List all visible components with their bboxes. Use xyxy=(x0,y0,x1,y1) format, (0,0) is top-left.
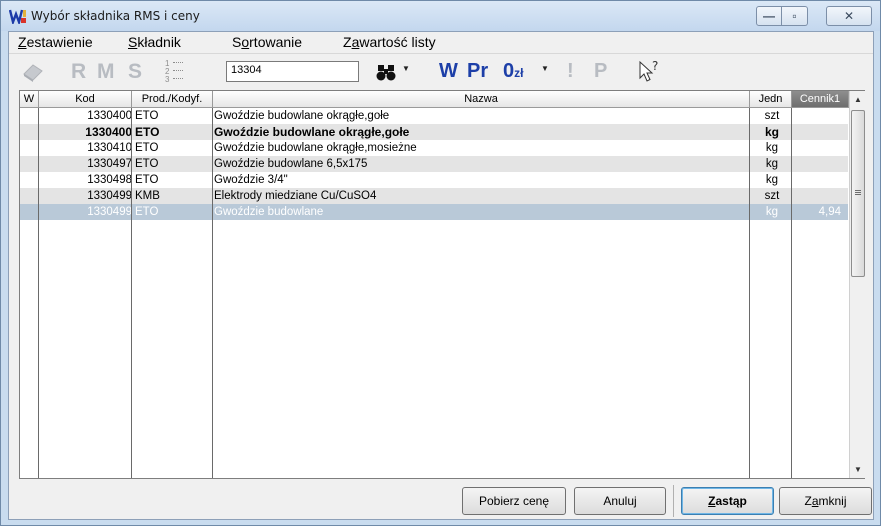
cancel-button[interactable]: Anuluj xyxy=(574,487,666,515)
exclamation-button[interactable]: ! xyxy=(567,60,574,83)
w-button[interactable]: W xyxy=(439,60,458,83)
price-dropdown-arrow-icon[interactable]: ▼ xyxy=(541,64,549,73)
table-row[interactable]: 1330499 KMB Elektrody miedziane Cu/CuSO4 sz… xyxy=(20,188,848,204)
pr-button[interactable]: Pr xyxy=(467,60,488,83)
column-divider xyxy=(212,108,213,478)
minimize-button[interactable]: — xyxy=(756,6,782,26)
cell-price xyxy=(793,188,845,204)
cell-code: 1330410 xyxy=(87,142,132,154)
scroll-up-icon[interactable]: ▲ xyxy=(850,91,866,108)
components-table[interactable]: W Kod Prod./Kodyf. Nazwa Jedn Cennik1 13… xyxy=(19,90,865,479)
cell-code: 1330400 xyxy=(87,110,132,122)
cell-unit: szt xyxy=(764,110,780,122)
column-divider xyxy=(131,108,132,478)
column-divider xyxy=(749,108,750,478)
cell-name: Gwoździe budowlane okrągłe,mosieżne xyxy=(214,142,417,154)
minimize-icon: — xyxy=(763,9,775,23)
search-input[interactable]: 13304 xyxy=(226,61,359,82)
cell-prod: KMB xyxy=(135,190,160,202)
cell-unit: kg xyxy=(765,142,779,154)
title-bar[interactable]: Wybór składnika RMS i ceny — ▫ ✕ xyxy=(1,1,880,31)
menu-bar: Zestawienie Składnik Sortowanie Zawartoś… xyxy=(9,32,873,54)
dropdown-arrow-icon[interactable]: ▼ xyxy=(402,64,410,73)
cell-code: 1330498 xyxy=(87,174,132,186)
numbered-list-icon[interactable]: 1 2 3 xyxy=(165,60,205,86)
table-row[interactable]: 1330400 ETO Gwoździe budowlane okrągłe,goł… xyxy=(20,124,848,140)
cell-prod: ETO xyxy=(135,142,159,154)
column-divider xyxy=(38,108,39,478)
s-button[interactable]: S xyxy=(128,60,142,84)
cell-price xyxy=(793,108,845,124)
menu-skladnik[interactable]: Składnik xyxy=(128,34,181,50)
table-row[interactable]: 1330498 ETO Gwoździe 3/4" kg xyxy=(20,172,848,188)
binoculars-icon[interactable] xyxy=(376,62,398,82)
table-row[interactable]: 1330410 ETO Gwoździe budowlane okrągłe,mos… xyxy=(20,140,848,156)
column-header-w[interactable]: W xyxy=(20,91,39,108)
column-header-nazwa[interactable]: Nazwa xyxy=(213,91,750,108)
column-header-prod[interactable]: Prod./Kodyf. xyxy=(132,91,213,108)
column-divider xyxy=(791,108,792,478)
cell-name: Elektrody miedziane Cu/CuSO4 xyxy=(214,190,377,202)
r-button[interactable]: R xyxy=(71,60,86,84)
cell-price xyxy=(793,172,845,188)
vertical-scrollbar[interactable]: ▲ ▼ xyxy=(849,91,865,478)
dialog-client-area: Zestawienie Składnik Sortowanie Zawartoś… xyxy=(8,31,874,520)
cell-price xyxy=(793,140,845,156)
column-header-jedn[interactable]: Jedn xyxy=(750,91,792,108)
cell-name: Gwoździe budowlane xyxy=(214,206,324,218)
cell-price xyxy=(793,156,845,172)
table-row[interactable]: 1330499 ETO Gwoździe budowlane kg 4,94 xyxy=(20,204,848,220)
cell-prod: ETO xyxy=(135,125,160,139)
column-header-cennik1[interactable]: Cennik1 xyxy=(792,91,849,108)
maximize-button[interactable]: ▫ xyxy=(782,6,808,26)
cell-prod: ETO xyxy=(135,174,159,186)
cell-name: Gwoździe budowlane okrągłe,gołe xyxy=(214,110,390,122)
help-cursor-icon[interactable]: ? xyxy=(637,57,663,83)
table-row[interactable]: 1330497 ETO Gwoździe budowlane 6,5x175 kg xyxy=(20,156,848,172)
eraser-icon[interactable] xyxy=(21,61,45,83)
menu-sortowanie[interactable]: Sortowanie xyxy=(232,34,302,50)
zero-zl-button[interactable]: 0zł xyxy=(503,60,523,83)
cell-prod: ETO xyxy=(135,206,159,218)
cell-unit: kg xyxy=(765,158,779,170)
scroll-down-icon[interactable]: ▼ xyxy=(850,461,866,478)
cell-code: 1330497 xyxy=(87,158,132,170)
cell-prod: ETO xyxy=(135,158,159,170)
table-row[interactable]: 1330400 ETO Gwoździe budowlane okrągłe,goł… xyxy=(20,108,848,124)
cell-unit: szt xyxy=(764,190,780,202)
window-title: Wybór składnika RMS i ceny xyxy=(31,9,200,23)
p-button[interactable]: P xyxy=(594,60,607,83)
dialog-window: Wybór składnika RMS i ceny — ▫ ✕ Zestawi… xyxy=(0,0,881,526)
button-separator xyxy=(673,485,674,517)
cell-code: 1330499 xyxy=(87,190,132,202)
cell-prod: ETO xyxy=(135,110,159,122)
cell-unit: kg xyxy=(765,174,779,186)
close-window-button[interactable]: ✕ xyxy=(826,6,872,26)
cell-code: 1330499 xyxy=(87,206,132,218)
menu-zestawienie[interactable]: Zestawienie xyxy=(18,34,93,50)
close-icon: ✕ xyxy=(843,9,855,23)
menu-zawartosc-listy[interactable]: Zawartość listy xyxy=(343,34,436,50)
m-button[interactable]: M xyxy=(97,60,115,84)
column-header-kod[interactable]: Kod xyxy=(39,91,132,108)
cell-price: 4,94 xyxy=(818,206,841,218)
scroll-thumb[interactable] xyxy=(851,110,865,277)
svg-text:?: ? xyxy=(652,59,658,73)
cell-unit: kg xyxy=(764,125,779,139)
cell-price xyxy=(793,124,845,140)
cell-name: Gwoździe 3/4" xyxy=(214,174,288,186)
close-button[interactable]: Zamknij xyxy=(779,487,872,515)
cell-unit: kg xyxy=(765,206,779,218)
maximize-icon: ▫ xyxy=(792,9,797,23)
fetch-price-button[interactable]: Pobierz cenę xyxy=(462,487,566,515)
app-logo-icon xyxy=(9,9,26,24)
cell-code: 1330400 xyxy=(85,125,132,139)
replace-button[interactable]: Zastąp xyxy=(681,487,774,515)
cell-name: Gwoździe budowlane okrągłe,gołe xyxy=(214,125,410,139)
cell-name: Gwoździe budowlane 6,5x175 xyxy=(214,158,368,170)
